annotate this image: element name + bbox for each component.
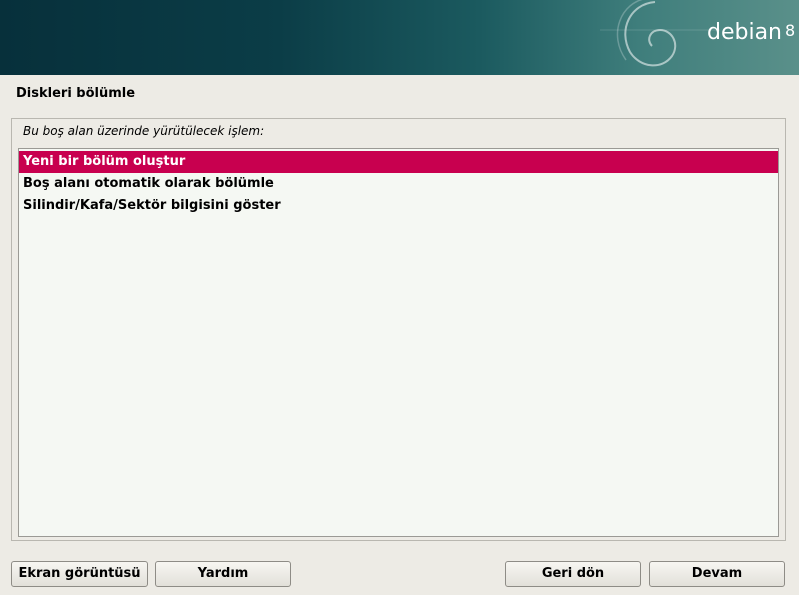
options-list[interactable]: Yeni bir bölüm oluştur Boş alanı otomati… bbox=[18, 148, 779, 537]
brand-name: debian bbox=[707, 20, 783, 45]
page-title: Diskleri bölümle bbox=[16, 86, 136, 101]
debian-brand: debian 8 bbox=[707, 18, 795, 49]
continue-button[interactable]: Devam bbox=[649, 561, 785, 587]
screenshot-button[interactable]: Ekran görüntüsü bbox=[11, 561, 148, 587]
back-button[interactable]: Geri dön bbox=[505, 561, 641, 587]
debian-banner: debian 8 bbox=[0, 0, 799, 75]
debian-swirl-logo bbox=[600, 0, 720, 67]
dialog-prompt: Bu boş alan üzerinde yürütülecek işlem: bbox=[23, 124, 265, 138]
option-auto-partition[interactable]: Boş alanı otomatik olarak bölümle bbox=[19, 173, 778, 195]
help-button[interactable]: Yardım bbox=[155, 561, 291, 587]
option-chs-info[interactable]: Silindir/Kafa/Sektör bilgisini göster bbox=[19, 195, 778, 217]
option-new-partition[interactable]: Yeni bir bölüm oluştur bbox=[19, 151, 778, 173]
brand-version: 8 bbox=[785, 21, 796, 40]
